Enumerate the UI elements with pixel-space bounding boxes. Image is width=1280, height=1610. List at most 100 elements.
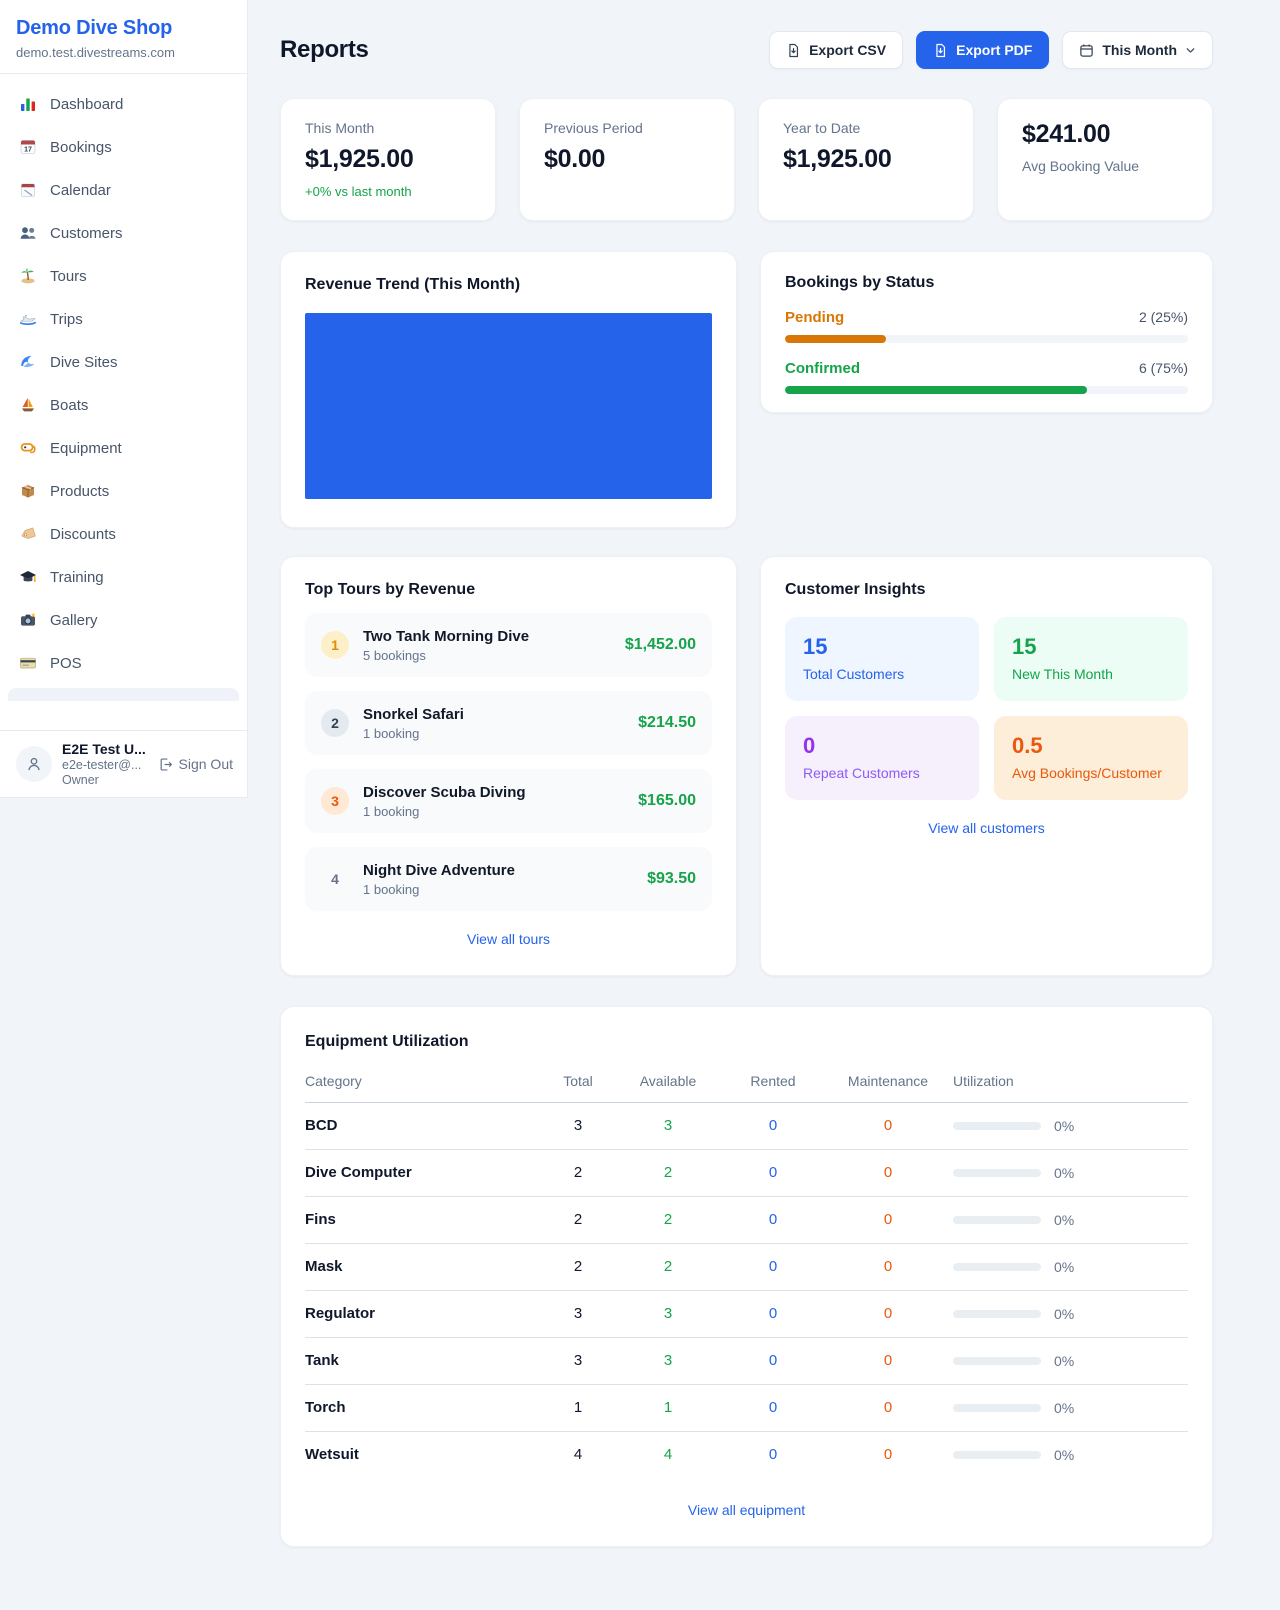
- equipment-rented: 0: [723, 1164, 823, 1181]
- equipment-icon: [18, 439, 38, 457]
- equipment-total: 3: [543, 1352, 613, 1369]
- column-header-rented: Rented: [723, 1073, 823, 1089]
- equipment-maintenance: 0: [823, 1399, 953, 1416]
- equipment-available: 2: [613, 1258, 723, 1275]
- user-email: e2e-tester@...: [62, 758, 146, 772]
- sidebar-item-tours[interactable]: Tours: [8, 258, 239, 294]
- progress-bar-fill: [785, 386, 1087, 394]
- sidebar-item-gallery[interactable]: Gallery: [8, 602, 239, 638]
- utilization-percent: 0%: [1054, 1212, 1074, 1228]
- tour-name: Snorkel Safari: [363, 706, 464, 723]
- equipment-utilization-card: Equipment Utilization Category Total Ava…: [280, 1006, 1213, 1547]
- sidebar-item-bookings[interactable]: 17 Bookings: [8, 129, 239, 165]
- sidebar-item-calendar[interactable]: Calendar: [8, 172, 239, 208]
- equipment-maintenance: 0: [823, 1258, 953, 1275]
- page-header: Reports Export CSV Export PDF This Month: [280, 31, 1213, 69]
- equipment-rented: 0: [723, 1399, 823, 1416]
- tour-row: 3 Discover Scuba Diving 1 booking $165.0…: [305, 769, 712, 833]
- sidebar-item-boats[interactable]: Boats: [8, 387, 239, 423]
- column-header-available: Available: [613, 1073, 723, 1089]
- utilization-percent: 0%: [1054, 1259, 1074, 1275]
- equipment-maintenance: 0: [823, 1117, 953, 1134]
- status-label: Pending: [785, 309, 844, 326]
- person-icon: [25, 755, 43, 773]
- stat-card-this-month: This Month $1,925.00 +0% vs last month: [280, 98, 496, 221]
- revenue-trend-chart: [305, 313, 712, 499]
- rank-badge: 3: [321, 787, 349, 815]
- training-icon: [18, 568, 38, 586]
- sidebar-item-dashboard[interactable]: Dashboard: [8, 86, 239, 122]
- view-all-customers-link[interactable]: View all customers: [785, 820, 1188, 836]
- utilization-percent: 0%: [1054, 1165, 1074, 1181]
- table-row: Tank 3 3 0 0 0%: [305, 1338, 1188, 1385]
- period-label: This Month: [1102, 42, 1177, 58]
- tour-name: Night Dive Adventure: [363, 862, 515, 879]
- tour-bookings: 1 booking: [363, 882, 515, 897]
- stat-label: Avg Booking Value: [1022, 158, 1188, 174]
- user-box: E2E Test U... e2e-tester@... Owner Sign …: [0, 730, 247, 797]
- sidebar-item-label: Products: [50, 483, 109, 500]
- sidebar-item-equipment[interactable]: Equipment: [8, 430, 239, 466]
- shop-domain: demo.test.divestreams.com: [16, 45, 231, 60]
- tile-value: 0: [803, 733, 961, 759]
- table-row: Wetsuit 4 4 0 0 0%: [305, 1432, 1188, 1478]
- sidebar-item-reports-partial[interactable]: [8, 688, 239, 701]
- sidebar: Demo Dive Shop demo.test.divestreams.com…: [0, 0, 248, 798]
- tour-bookings: 1 booking: [363, 804, 526, 819]
- sign-out-button[interactable]: Sign Out: [158, 756, 233, 772]
- bookings-by-status-title: Bookings by Status: [785, 274, 1188, 292]
- equipment-available: 3: [613, 1117, 723, 1134]
- sidebar-item-label: Equipment: [50, 440, 122, 457]
- equipment-maintenance: 0: [823, 1352, 953, 1369]
- sidebar-nav: Dashboard 17 Bookings Calendar Customers…: [0, 74, 247, 701]
- utilization-percent: 0%: [1054, 1400, 1074, 1416]
- tour-bookings: 1 booking: [363, 726, 464, 741]
- bookings-by-status-card: Bookings by Status Pending 2 (25%) Confi…: [760, 251, 1213, 413]
- tile-repeat-customers: 0 Repeat Customers: [785, 716, 979, 800]
- view-all-equipment-link[interactable]: View all equipment: [305, 1502, 1188, 1518]
- user-meta: E2E Test U... e2e-tester@... Owner: [62, 741, 146, 787]
- export-csv-button[interactable]: Export CSV: [769, 31, 903, 69]
- equipment-category: Regulator: [305, 1305, 543, 1322]
- equipment-total: 2: [543, 1258, 613, 1275]
- sidebar-item-dive-sites[interactable]: Dive Sites: [8, 344, 239, 380]
- tour-row: 2 Snorkel Safari 1 booking $214.50: [305, 691, 712, 755]
- utilization-bar: [953, 1404, 1041, 1412]
- status-count: 2 (25%): [1139, 309, 1188, 325]
- tour-name: Discover Scuba Diving: [363, 784, 526, 801]
- sidebar-item-label: Customers: [50, 225, 123, 242]
- file-download-icon: [933, 43, 948, 58]
- sidebar-item-pos[interactable]: POS: [8, 645, 239, 681]
- view-all-tours-link[interactable]: View all tours: [305, 931, 712, 947]
- top-tours-card: Top Tours by Revenue 1 Two Tank Morning …: [280, 556, 737, 976]
- avatar: [16, 746, 52, 782]
- equipment-category: Mask: [305, 1258, 543, 1275]
- equipment-category: Tank: [305, 1352, 543, 1369]
- sidebar-item-discounts[interactable]: Discounts: [8, 516, 239, 552]
- utilization-bar: [953, 1263, 1041, 1271]
- tile-value: 15: [1012, 634, 1170, 660]
- sidebar-header: Demo Dive Shop demo.test.divestreams.com: [0, 0, 247, 74]
- sidebar-item-training[interactable]: Training: [8, 559, 239, 595]
- sidebar-item-customers[interactable]: Customers: [8, 215, 239, 251]
- revenue-trend-title: Revenue Trend (This Month): [305, 276, 712, 294]
- insight-tiles: 15 Total Customers 15 New This Month 0 R…: [785, 617, 1188, 800]
- customers-icon: [18, 224, 38, 242]
- tile-avg-bookings-customer: 0.5 Avg Bookings/Customer: [994, 716, 1188, 800]
- main-content: Reports Export CSV Export PDF This Month…: [280, 0, 1213, 1547]
- sidebar-item-trips[interactable]: Trips: [8, 301, 239, 337]
- equipment-total: 4: [543, 1446, 613, 1463]
- stat-value: $241.00: [1022, 120, 1188, 149]
- export-pdf-button[interactable]: Export PDF: [916, 31, 1049, 69]
- stat-value: $1,925.00: [783, 145, 949, 174]
- sidebar-item-products[interactable]: Products: [8, 473, 239, 509]
- table-row: Mask 2 2 0 0 0%: [305, 1244, 1188, 1291]
- equipment-available: 4: [613, 1446, 723, 1463]
- tours-icon: [18, 267, 38, 285]
- products-icon: [18, 482, 38, 500]
- tour-amount: $165.00: [638, 792, 696, 810]
- table-row: Torch 1 1 0 0 0%: [305, 1385, 1188, 1432]
- tour-name: Two Tank Morning Dive: [363, 628, 529, 645]
- period-dropdown[interactable]: This Month: [1062, 31, 1213, 69]
- equipment-category: Fins: [305, 1211, 543, 1228]
